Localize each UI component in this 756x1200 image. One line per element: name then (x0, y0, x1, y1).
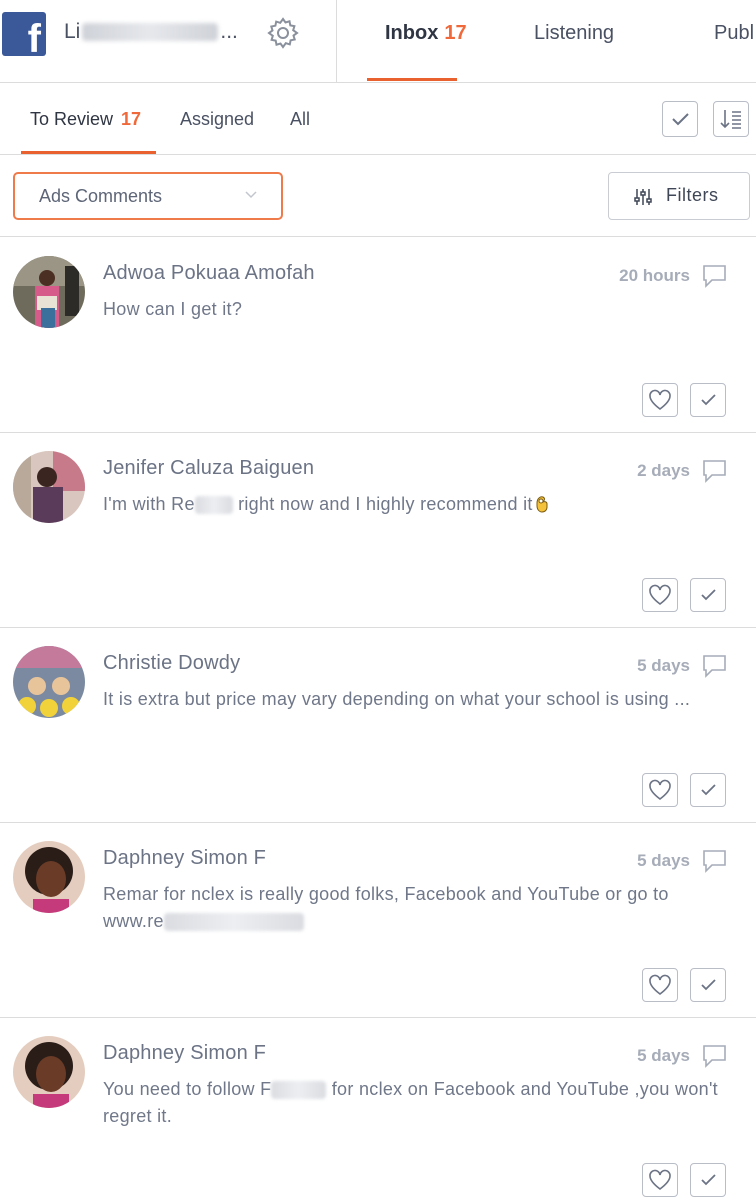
mark-all-reviewed-button[interactable] (662, 101, 698, 137)
reply-icon[interactable] (702, 1043, 728, 1069)
filters-button[interactable]: Filters (608, 172, 750, 220)
mark-reviewed-button[interactable] (690, 383, 726, 417)
main-tabs: Inbox 17 Listening Publ (337, 0, 756, 82)
avatar[interactable] (13, 451, 85, 523)
comment-text: I'm with Re right now and I highly recom… (103, 491, 733, 518)
tab-to-review[interactable]: To Review 17 (30, 109, 141, 130)
tab-publishing-label: Publ (714, 22, 755, 44)
check-icon (701, 394, 716, 406)
check-icon (701, 1174, 716, 1186)
comment-time: 5 days (637, 656, 690, 675)
comment-time: 5 days (637, 851, 690, 870)
check-icon (701, 784, 716, 796)
sliders-icon (634, 189, 652, 205)
reply-icon[interactable] (702, 653, 728, 679)
comment-item[interactable]: Daphney Simon F 5 days You need to follo… (0, 1018, 756, 1200)
like-button[interactable] (642, 1163, 678, 1197)
source-dropdown-value: Ads Comments (39, 186, 163, 206)
avatar[interactable] (13, 256, 85, 328)
tab-listening[interactable]: Listening (534, 22, 614, 45)
comment-time: 20 hours (619, 266, 690, 285)
tab-publishing[interactable]: Publ (714, 22, 754, 45)
comment-item[interactable]: Jenifer Caluza Baiguen 2 days I'm with R… (0, 433, 756, 628)
heart-icon (649, 584, 671, 606)
reply-icon[interactable] (702, 263, 728, 289)
page-name-suffix: ... (220, 20, 238, 43)
like-button[interactable] (642, 773, 678, 807)
comment-time: 5 days (637, 1046, 690, 1065)
redacted-text (82, 23, 219, 42)
redacted-text (271, 1081, 327, 1100)
filters-label: Filters (666, 185, 719, 205)
page-name-prefix: Li (64, 20, 81, 43)
comment-author[interactable]: Christie Dowdy (103, 652, 240, 675)
comment-author[interactable]: Jenifer Caluza Baiguen (103, 457, 314, 480)
tab-inbox-label: Inbox (385, 22, 439, 44)
mark-reviewed-button[interactable] (690, 968, 726, 1002)
like-button[interactable] (642, 383, 678, 417)
comment-author[interactable]: Adwoa Pokuaa Amofah (103, 262, 315, 285)
check-icon (672, 113, 689, 126)
comment-text: It is extra but price may vary depending… (103, 689, 691, 709)
active-tab-indicator (367, 78, 457, 81)
tab-inbox-count: 17 (444, 22, 467, 44)
mark-reviewed-button[interactable] (690, 578, 726, 612)
heart-icon (649, 1169, 671, 1191)
comment-item[interactable]: Christie Dowdy 5 days It is extra but pr… (0, 628, 756, 823)
check-icon (701, 979, 716, 991)
comment-time: 2 days (637, 461, 690, 480)
reply-icon[interactable] (702, 458, 728, 484)
page-name[interactable]: Li... (64, 20, 238, 44)
tab-inbox[interactable]: Inbox 17 (385, 22, 467, 45)
redacted-text (163, 913, 304, 932)
review-tabs-bar: To Review 17 Assigned All (0, 83, 756, 155)
check-icon (701, 589, 716, 601)
ok-hand-emoji-icon (536, 496, 548, 513)
chevron-down-icon (245, 191, 257, 199)
top-bar: f Li... Inbox 17 Listening Publ (0, 0, 756, 83)
reply-icon[interactable] (702, 848, 728, 874)
avatar[interactable] (13, 646, 85, 718)
mark-reviewed-button[interactable] (690, 1163, 726, 1197)
tab-to-review-count: 17 (121, 109, 142, 129)
heart-icon (649, 389, 671, 411)
comment-text: How can I get it? (103, 299, 243, 319)
active-subtab-indicator (21, 151, 156, 154)
facebook-icon: f (2, 12, 46, 56)
comment-item[interactable]: Daphney Simon F 5 days Remar for nclex i… (0, 823, 756, 1018)
heart-icon (649, 779, 671, 801)
redacted-text (194, 496, 233, 515)
comment-text: Remar for nclex is really good folks, Fa… (103, 884, 669, 932)
comment-author[interactable]: Daphney Simon F (103, 1042, 266, 1065)
source-dropdown[interactable]: Ads Comments (13, 172, 283, 220)
like-button[interactable] (642, 578, 678, 612)
avatar[interactable] (13, 1036, 85, 1108)
sort-button[interactable] (713, 101, 749, 137)
tab-listening-label: Listening (534, 22, 615, 44)
gear-icon[interactable] (266, 16, 300, 50)
tab-all[interactable]: All (290, 109, 310, 130)
like-button[interactable] (642, 968, 678, 1002)
tab-to-review-label: To Review (30, 109, 114, 129)
heart-icon (649, 974, 671, 996)
comment-text: You need to follow F for nclex on Facebo… (103, 1079, 718, 1126)
tab-all-label: All (290, 109, 311, 129)
page-selector[interactable]: f Li... (0, 0, 337, 82)
comment-item[interactable]: Adwoa Pokuaa Amofah 20 hours How can I g… (0, 238, 756, 433)
filter-bar: Ads Comments Filters (0, 156, 756, 237)
comment-author[interactable]: Daphney Simon F (103, 847, 266, 870)
tab-assigned[interactable]: Assigned (180, 109, 254, 130)
mark-reviewed-button[interactable] (690, 773, 726, 807)
tab-assigned-label: Assigned (180, 109, 255, 129)
avatar[interactable] (13, 841, 85, 913)
sort-icon (720, 110, 741, 129)
